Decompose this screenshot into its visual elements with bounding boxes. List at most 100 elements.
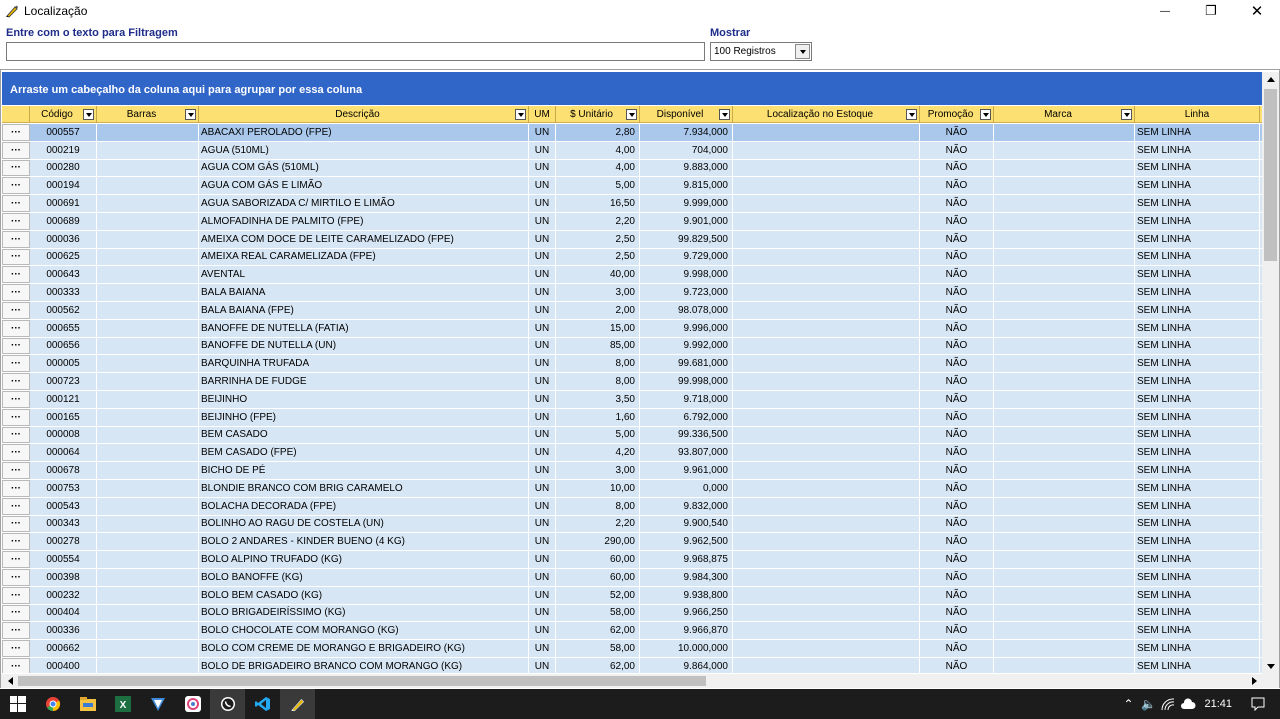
cell-marca[interactable]	[994, 284, 1135, 301]
row-details-button[interactable]: ···	[2, 462, 30, 479]
cell-disponivel[interactable]: 9.999,000	[640, 195, 733, 212]
cell-marca[interactable]	[994, 355, 1135, 373]
row-details-button[interactable]: ···	[2, 515, 30, 533]
cell-linha[interactable]: SEM LINHA	[1135, 622, 1260, 640]
cell-disponivel[interactable]: 9.883,000	[640, 159, 733, 177]
cell-descricao[interactable]: AGUA COM GÁS (510ML)	[199, 159, 529, 177]
cell-localizacao[interactable]	[733, 640, 920, 657]
row-details-button[interactable]: ···	[2, 408, 30, 426]
row-details-button[interactable]: ···	[2, 301, 30, 319]
cell-barras[interactable]	[97, 141, 199, 159]
cell-barras[interactable]	[97, 604, 199, 622]
cell-linha[interactable]: SEM LINHA	[1135, 390, 1260, 408]
cell-marca[interactable]	[994, 195, 1135, 212]
cell-promocao[interactable]: NÃO	[920, 159, 994, 177]
cell-unitario[interactable]: 85,00	[556, 337, 640, 355]
column-header-localizacao[interactable]: Localização no Estoque	[733, 106, 920, 123]
cell-linha[interactable]: SEM LINHA	[1135, 497, 1260, 515]
cell-um[interactable]: UN	[529, 479, 556, 497]
cell-um[interactable]: UN	[529, 301, 556, 319]
table-row[interactable]: ··· 000643 AVENTAL UN 40,00 9.998,000 NÃO SEM L…	[2, 266, 1263, 285]
cell-disponivel[interactable]: 9.962,500	[640, 533, 733, 551]
wifi-icon[interactable]	[1158, 689, 1178, 719]
vertical-scrollbar[interactable]	[1262, 72, 1279, 674]
cell-um[interactable]: UN	[529, 533, 556, 551]
cell-descricao[interactable]: BANOFFE DE NUTELLA (FATIA)	[199, 319, 529, 337]
cell-promocao[interactable]: NÃO	[920, 462, 994, 479]
app-pink-icon[interactable]	[175, 689, 210, 719]
cell-um[interactable]: UN	[529, 177, 556, 195]
cell-localizacao[interactable]	[733, 159, 920, 177]
horizontal-scroll-thumb[interactable]	[18, 676, 706, 686]
cell-barras[interactable]	[97, 497, 199, 515]
cell-disponivel[interactable]: 9.718,000	[640, 390, 733, 408]
cell-marca[interactable]	[994, 497, 1135, 515]
cell-promocao[interactable]: NÃO	[920, 124, 994, 141]
cell-um[interactable]: UN	[529, 551, 556, 568]
column-filter-dropdown-icon[interactable]	[515, 109, 526, 120]
cell-um[interactable]: UN	[529, 248, 556, 266]
cell-marca[interactable]	[994, 426, 1135, 444]
cell-codigo[interactable]: 000400	[30, 657, 97, 673]
cell-descricao[interactable]: BEM CASADO	[199, 426, 529, 444]
cell-um[interactable]: UN	[529, 515, 556, 533]
cell-marca[interactable]	[994, 124, 1135, 141]
column-header-marca[interactable]: Marca	[994, 106, 1135, 123]
cell-linha[interactable]: SEM LINHA	[1135, 568, 1260, 586]
cell-marca[interactable]	[994, 337, 1135, 355]
cell-barras[interactable]	[97, 444, 199, 462]
cell-um[interactable]: UN	[529, 568, 556, 586]
cell-codigo[interactable]: 000280	[30, 159, 97, 177]
cell-promocao[interactable]: NÃO	[920, 408, 994, 426]
cell-codigo[interactable]: 000625	[30, 248, 97, 266]
localizacao-app-icon[interactable]	[280, 689, 315, 719]
column-filter-dropdown-icon[interactable]	[83, 109, 94, 120]
table-row[interactable]: ··· 000554 BOLO ALPINO TRUFADO (KG) UN 60,00…	[2, 551, 1263, 569]
cell-barras[interactable]	[97, 195, 199, 212]
cell-um[interactable]: UN	[529, 426, 556, 444]
cell-um[interactable]: UN	[529, 319, 556, 337]
row-details-button[interactable]: ···	[2, 212, 30, 230]
table-row[interactable]: ··· 000543 BOLACHA DECORADA (FPE) UN 8,00 9.8…	[2, 497, 1263, 516]
cell-marca[interactable]	[994, 622, 1135, 640]
cell-disponivel[interactable]: 9.832,000	[640, 497, 733, 515]
cell-um[interactable]: UN	[529, 355, 556, 373]
cell-codigo[interactable]: 000232	[30, 586, 97, 604]
cell-promocao[interactable]: NÃO	[920, 195, 994, 212]
cell-promocao[interactable]: NÃO	[920, 337, 994, 355]
row-details-button[interactable]: ···	[2, 266, 30, 284]
table-row[interactable]: ··· 000625 AMEIXA REAL CARAMELIZADA (FPE) U…	[2, 248, 1263, 267]
cell-marca[interactable]	[994, 301, 1135, 319]
cell-codigo[interactable]: 000723	[30, 373, 97, 390]
cell-localizacao[interactable]	[733, 266, 920, 284]
windows-start-icon[interactable]	[0, 689, 35, 719]
cell-unitario[interactable]: 2,50	[556, 248, 640, 266]
cell-linha[interactable]: SEM LINHA	[1135, 212, 1260, 230]
cell-unitario[interactable]: 4,00	[556, 159, 640, 177]
row-details-button[interactable]: ···	[2, 284, 30, 301]
cell-barras[interactable]	[97, 640, 199, 657]
row-details-button[interactable]: ···	[2, 586, 30, 604]
cell-disponivel[interactable]: 9.729,000	[640, 248, 733, 266]
cell-descricao[interactable]: BOLO 2 ANDARES - KINDER BUENO (4 KG)	[199, 533, 529, 551]
table-row[interactable]: ··· 000400 BOLO DE BRIGADEIRO BRANCO COM M…	[2, 657, 1263, 673]
cell-localizacao[interactable]	[733, 657, 920, 673]
cell-um[interactable]: UN	[529, 604, 556, 622]
cell-barras[interactable]	[97, 479, 199, 497]
cell-codigo[interactable]: 000005	[30, 355, 97, 373]
cell-barras[interactable]	[97, 355, 199, 373]
cell-descricao[interactable]: BALA BAIANA (FPE)	[199, 301, 529, 319]
cell-unitario[interactable]: 8,00	[556, 373, 640, 390]
cell-localizacao[interactable]	[733, 284, 920, 301]
row-details-button[interactable]: ···	[2, 390, 30, 408]
cell-marca[interactable]	[994, 177, 1135, 195]
table-row[interactable]: ··· 000219 AGUA (510ML) UN 4,00 704,000 NÃO SEM…	[2, 141, 1263, 160]
chrome-icon[interactable]	[35, 689, 70, 719]
cell-descricao[interactable]: BANOFFE DE NUTELLA (UN)	[199, 337, 529, 355]
cell-promocao[interactable]: NÃO	[920, 497, 994, 515]
column-filter-dropdown-icon[interactable]	[719, 109, 730, 120]
cell-descricao[interactable]: BEIJINHO (FPE)	[199, 408, 529, 426]
cell-marca[interactable]	[994, 586, 1135, 604]
cell-linha[interactable]: SEM LINHA	[1135, 515, 1260, 533]
cell-disponivel[interactable]: 99.998,000	[640, 373, 733, 390]
